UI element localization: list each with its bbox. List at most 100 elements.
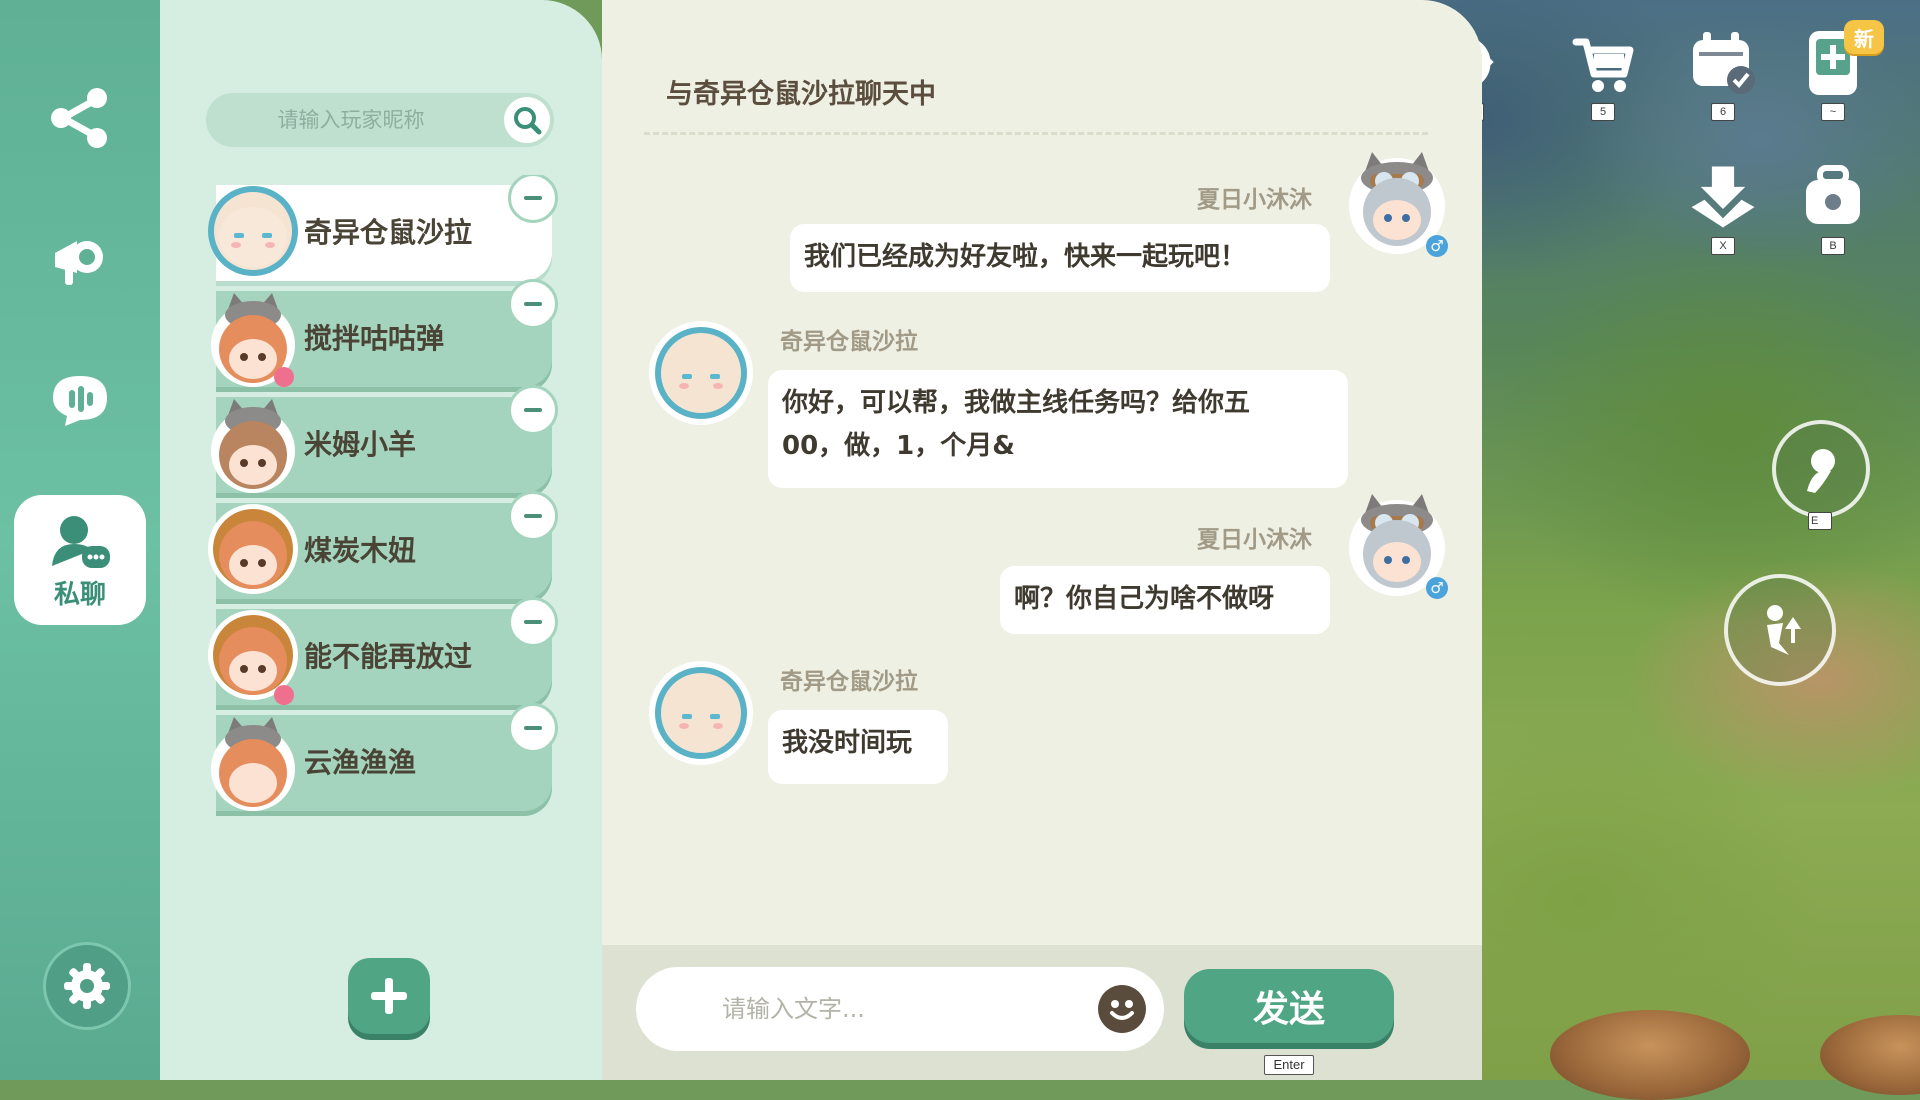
hamster-avatar[interactable]	[646, 658, 756, 778]
add-friend-button[interactable]	[348, 958, 430, 1034]
hud-key-label: 6	[1711, 103, 1735, 121]
message-text: 00，做，1，个月&	[782, 431, 1015, 461]
message-text: 我们已经成为好友啦，快来一起玩吧！	[804, 242, 1247, 272]
friend-name: 搅拌咕咕弹	[304, 322, 445, 355]
male-icon: ♂	[1430, 237, 1443, 255]
message-sender: 奇异仓鼠沙拉	[780, 669, 918, 695]
minus-icon	[524, 726, 542, 730]
hud-key-label: ~	[1821, 103, 1845, 121]
message-bubble: 啊？你自己为啥不做呀	[1000, 566, 1330, 634]
friend-item[interactable]: 奇异仓鼠沙拉	[206, 175, 558, 283]
chat-title: 与奇异仓鼠沙拉聊天中	[666, 79, 936, 110]
message-sender: 夏日小沐沐	[1197, 187, 1312, 213]
remove-friend-button[interactable]	[508, 491, 558, 541]
friend-search-box[interactable]: 请输入玩家昵称	[206, 93, 554, 147]
friend-name: 米姆小羊	[304, 428, 417, 461]
message-sender: 奇异仓鼠沙拉	[780, 329, 918, 355]
settings-button[interactable]	[43, 942, 131, 1030]
friend-name: 奇异仓鼠沙拉	[304, 216, 473, 249]
private-chat-label: 私聊	[53, 579, 106, 610]
message-sender: 夏日小沐沐	[1197, 527, 1312, 553]
hud-key-label: B	[1821, 237, 1845, 255]
girl-cat-hat-avatar	[211, 717, 295, 811]
chat-input-placeholder: 请输入文字...	[722, 995, 865, 1023]
message-bubble: 我没时间玩	[768, 710, 948, 784]
divider	[644, 132, 1428, 135]
jump-button[interactable]	[1724, 574, 1836, 686]
creature-icon	[1807, 449, 1835, 493]
chat-text-input[interactable]: 请输入文字...	[636, 967, 1164, 1051]
calendar-check-icon	[1686, 26, 1760, 100]
broadcast-button[interactable]	[40, 220, 120, 300]
remove-friend-button[interactable]	[508, 703, 558, 753]
send-button[interactable]: 发送	[1184, 969, 1394, 1043]
new-badge: 新	[1844, 20, 1884, 54]
share-icon	[51, 88, 107, 148]
boy-goggles-avatar[interactable]: ♂	[1342, 482, 1452, 602]
download-tray-icon	[1686, 160, 1760, 234]
remove-friend-button[interactable]	[508, 597, 558, 647]
chat-panel: 与奇异仓鼠沙拉聊天中 夏日小沐沐 我们已经成为好友啦，快来一起玩吧！ ♂ 奇异仓…	[602, 0, 1482, 1080]
minus-icon	[524, 408, 542, 412]
backpack-icon	[1796, 160, 1870, 234]
hud-download-button[interactable]: X	[1668, 160, 1778, 255]
friend-name: 云渔渔渔	[304, 746, 417, 779]
friend-item[interactable]: 煤炭木妞	[206, 491, 558, 601]
friends-panel: 请输入玩家昵称 奇异仓鼠沙拉 搅拌咕咕弹 米姆小羊 煤炭木妞 能不能再放过 云渔…	[160, 0, 602, 1080]
left-nav-rail: 私聊	[0, 0, 160, 1080]
search-input[interactable]: 请输入玩家昵称	[206, 93, 496, 147]
boy-goggles-avatar[interactable]: ♂	[1342, 140, 1452, 260]
hamster-avatar	[208, 186, 298, 276]
jump-icon	[1767, 605, 1801, 655]
chat-input-bar: 请输入文字... 发送 Enter	[602, 945, 1482, 1080]
search-icon	[514, 107, 542, 135]
friend-name: 煤炭木妞	[304, 534, 417, 567]
friend-list[interactable]: 奇异仓鼠沙拉 搅拌咕咕弹 米姆小羊 煤炭木妞 能不能再放过 云渔渔渔	[160, 175, 602, 903]
girl-cat-hat-avatar	[211, 293, 295, 387]
action-button-e[interactable]	[1772, 420, 1870, 518]
male-icon: ♂	[1430, 579, 1443, 597]
remove-friend-button[interactable]	[508, 175, 558, 223]
message-text: 你好，可以帮，我做主线任务吗？给你五	[782, 388, 1251, 418]
minus-icon	[524, 302, 542, 306]
plus-icon	[371, 978, 407, 1014]
remove-friend-button[interactable]	[508, 279, 558, 329]
emoji-button[interactable]	[1098, 985, 1146, 1033]
share-button[interactable]	[40, 78, 120, 158]
brown-hair-cat-hat-avatar	[211, 399, 295, 493]
tree-stump	[1550, 1010, 1750, 1100]
private-chat-tab[interactable]: 私聊	[14, 495, 146, 625]
hud-key-label: E	[1808, 512, 1832, 530]
hud-shop-button[interactable]: 5	[1548, 26, 1658, 121]
tree-stump	[1820, 1015, 1920, 1095]
minus-icon	[524, 514, 542, 518]
hamster-avatar[interactable]	[646, 318, 756, 438]
remove-friend-button[interactable]	[508, 385, 558, 435]
megaphone-icon	[55, 241, 103, 285]
friend-item[interactable]: 能不能再放过	[206, 597, 558, 707]
search-button[interactable]	[504, 97, 550, 143]
hud-key-label: 5	[1591, 103, 1615, 121]
message-text: 我没时间玩	[782, 728, 913, 758]
gear-icon	[64, 963, 110, 1009]
message-bubble: 我们已经成为好友啦，快来一起玩吧！	[790, 224, 1330, 292]
message-bubble: 你好，可以帮，我做主线任务吗？给你五 00，做，1，个月&	[768, 370, 1348, 488]
private-chat-icon	[52, 515, 110, 568]
minus-icon	[524, 196, 542, 200]
friend-item[interactable]: 搅拌咕咕弹	[206, 279, 558, 389]
hud-phone-button[interactable]: ~ 新	[1778, 20, 1888, 121]
friend-name: 能不能再放过	[304, 640, 473, 673]
voice-chat-button[interactable]	[40, 360, 120, 440]
smiley-icon	[1110, 1000, 1134, 1020]
message-text: 啊？你自己为啥不做呀	[1014, 584, 1275, 614]
friend-item[interactable]: 云渔渔渔	[206, 703, 558, 813]
hud-key-label: X	[1711, 237, 1735, 255]
hud-calendar-button[interactable]: 6	[1668, 26, 1778, 121]
voice-bubble-icon	[53, 376, 107, 426]
orange-hair-avatar	[208, 504, 298, 594]
orange-hair-avatar	[208, 610, 298, 705]
minus-icon	[524, 620, 542, 624]
hud-backpack-button[interactable]: B	[1778, 160, 1888, 255]
send-key-hint: Enter	[1264, 1055, 1314, 1075]
friend-item[interactable]: 米姆小羊	[206, 385, 558, 495]
